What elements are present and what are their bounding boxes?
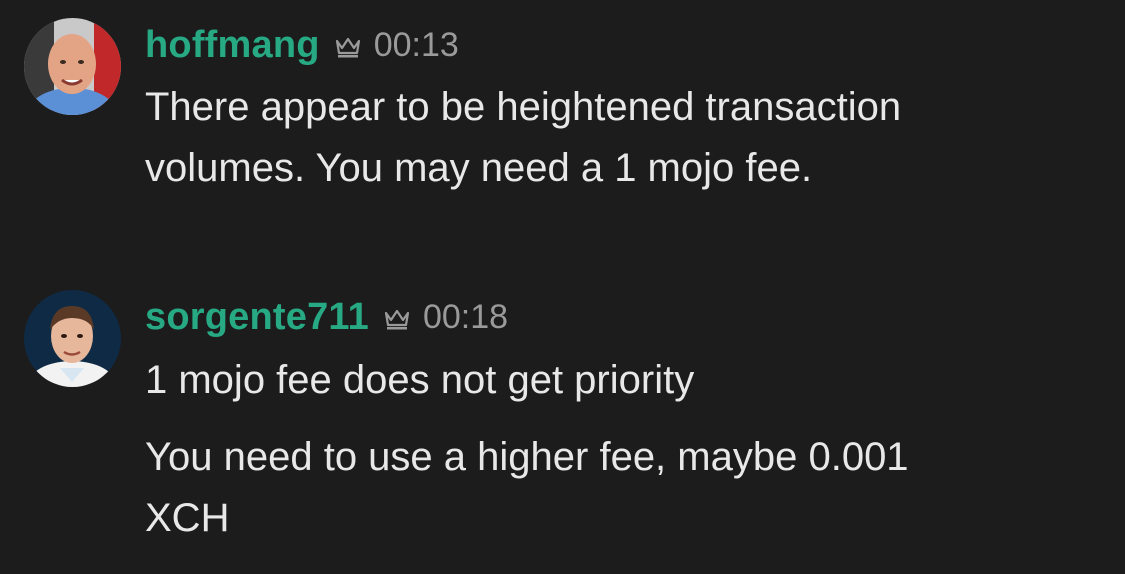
timestamp: 00:13: [373, 25, 459, 64]
crown-icon: [335, 37, 360, 58]
username[interactable]: hoffmang: [145, 24, 320, 67]
message-header: sorgente711 00:18: [145, 290, 1085, 344]
avatar[interactable]: [24, 290, 121, 387]
timestamp: 00:18: [422, 297, 509, 336]
message-content: sorgente711 00:18 1 mojo fee does not ge…: [145, 290, 1085, 549]
message-text: There appear to be heightened transactio…: [145, 85, 902, 190]
message-text: 1 mojo fee does not get priority: [145, 358, 695, 402]
message-header: hoffmang 00:13: [145, 18, 1085, 72]
crown-icon: [384, 309, 410, 330]
username[interactable]: sorgente711: [145, 296, 369, 339]
avatar[interactable]: [24, 18, 121, 115]
message-content: hoffmang 00:13 There appear to be height…: [145, 18, 1085, 199]
message-text: You need to use a higher fee, maybe 0.00…: [145, 435, 909, 540]
